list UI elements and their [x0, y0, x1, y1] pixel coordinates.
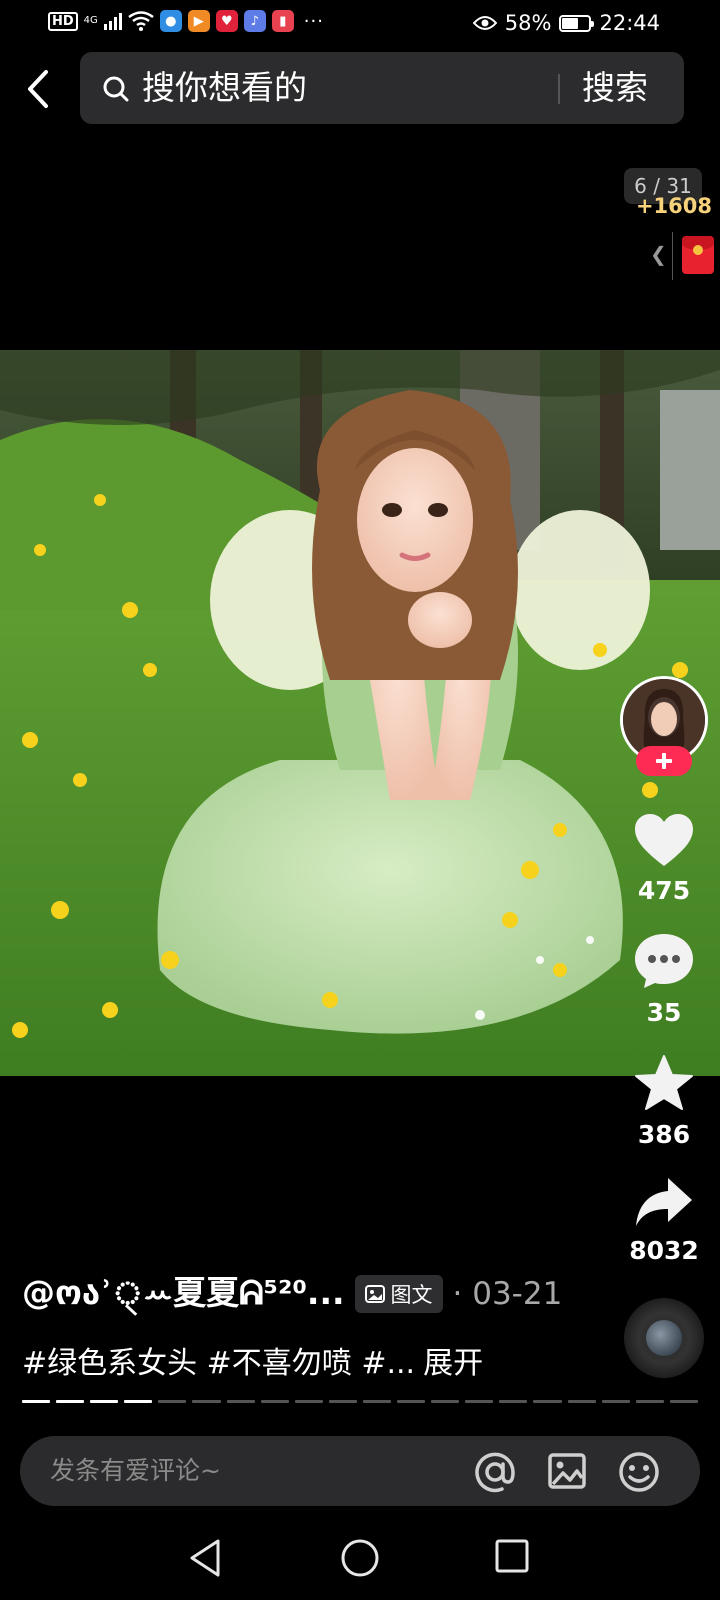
- progress-segment: [635, 1400, 664, 1403]
- hd-indicator: HD: [48, 11, 78, 31]
- network-type: 4G: [83, 15, 98, 26]
- video-app-icon: ▶: [187, 10, 210, 32]
- author-name[interactable]: @ოაʾ্ꕀ夏夏ᕱ⁵²⁰...: [22, 1266, 345, 1323]
- post-type-badge: 图文: [354, 1275, 443, 1313]
- star-icon: [635, 1055, 693, 1110]
- search-input[interactable]: 搜你想看的: [142, 68, 307, 108]
- battery-icon: [559, 14, 595, 32]
- share-count: 8032: [629, 1236, 699, 1265]
- progress-segment: [158, 1400, 187, 1403]
- favorite-count: 386: [637, 1120, 691, 1149]
- progress-segment: [192, 1400, 221, 1403]
- clock: 22:44: [599, 11, 660, 35]
- author-row: @ოაʾ্ꕀ夏夏ᕱ⁵²⁰... 图文 · 03-21: [22, 1272, 562, 1316]
- comment-input[interactable]: 发条有爱评论~: [50, 1454, 221, 1488]
- chevron-left-small-icon[interactable]: ❮: [650, 242, 667, 266]
- progress-segment: [533, 1400, 562, 1403]
- battery-percent: 58%: [504, 11, 552, 35]
- reward-divider: [672, 232, 673, 280]
- status-bar: HD 4G ● ▶ ♥ ♪ ▮ ··· 58% 22:44: [0, 0, 720, 48]
- nav-recents-icon[interactable]: [494, 1538, 530, 1574]
- progress-segment: [294, 1400, 323, 1403]
- search-icon: [103, 76, 129, 102]
- progress-segment: [567, 1400, 596, 1403]
- nav-back-icon[interactable]: [188, 1538, 224, 1578]
- progress-segment: [499, 1400, 528, 1403]
- music-app-icon: ♪: [243, 10, 266, 32]
- browser-icon: ●: [159, 10, 182, 32]
- at-mention-icon[interactable]: [474, 1451, 516, 1493]
- nav-home-icon[interactable]: [340, 1538, 380, 1578]
- like-button[interactable]: 475: [614, 812, 714, 905]
- share-icon: [636, 1178, 692, 1226]
- progress-segment: [669, 1400, 698, 1403]
- comment-icon: [635, 934, 693, 988]
- search-button[interactable]: 搜索: [582, 68, 648, 108]
- progress-segment: [56, 1400, 85, 1403]
- reward-amount: +1608: [635, 194, 712, 218]
- progress-segment: [90, 1400, 119, 1403]
- follow-button[interactable]: [636, 746, 692, 776]
- progress-segment: [124, 1400, 153, 1403]
- progress-segment: [226, 1400, 255, 1403]
- progress-segment: [22, 1400, 51, 1403]
- progress-segment: [397, 1400, 426, 1403]
- expand-link[interactable]: 展开: [423, 1346, 483, 1381]
- more-notifications: ···: [303, 10, 324, 32]
- like-count: 475: [637, 876, 691, 905]
- eye-icon: [472, 16, 497, 30]
- chevron-left-icon: [28, 70, 48, 108]
- status-left: HD 4G ● ▶ ♥ ♪ ▮ ···: [48, 10, 324, 32]
- reader-app-icon: ▮: [271, 10, 294, 32]
- status-right: 58% 22:44: [472, 11, 660, 35]
- red-envelope-icon[interactable]: [682, 236, 714, 274]
- image-progress-bar: [22, 1400, 698, 1403]
- progress-segment: [601, 1400, 630, 1403]
- post-date: · 03-21: [452, 1276, 563, 1312]
- progress-segment: [431, 1400, 460, 1403]
- wifi-icon: [128, 11, 154, 31]
- progress-segment: [465, 1400, 494, 1403]
- favorite-button[interactable]: 386: [614, 1054, 714, 1149]
- post-type-label: 图文: [390, 1283, 433, 1307]
- comment-bar[interactable]: 发条有爱评论~: [20, 1436, 700, 1506]
- progress-segment: [260, 1400, 289, 1403]
- comment-button[interactable]: 35: [614, 932, 714, 1027]
- image-picker-icon[interactable]: [547, 1451, 587, 1491]
- music-disc[interactable]: [624, 1298, 704, 1378]
- comment-count: 35: [646, 998, 682, 1027]
- post-image[interactable]: [0, 350, 720, 1076]
- progress-segment: [362, 1400, 392, 1403]
- signal-icon: [103, 12, 122, 30]
- caption-text[interactable]: #绿色系女头 #不喜勿喷 #...: [22, 1346, 415, 1381]
- red-app-icon: ♥: [215, 10, 238, 32]
- share-button[interactable]: 8032: [614, 1176, 714, 1265]
- system-nav-bar: [0, 1520, 720, 1600]
- search-divider: [558, 74, 560, 104]
- heart-icon: [635, 814, 693, 866]
- search-bar[interactable]: 搜你想看的 搜索: [80, 52, 684, 124]
- emoji-icon[interactable]: [618, 1451, 660, 1493]
- caption-row: #绿色系女头 #不喜勿喷 #... 展开: [22, 1338, 483, 1382]
- image-icon: [364, 1285, 385, 1303]
- progress-segment: [328, 1400, 357, 1403]
- back-button[interactable]: [16, 64, 66, 114]
